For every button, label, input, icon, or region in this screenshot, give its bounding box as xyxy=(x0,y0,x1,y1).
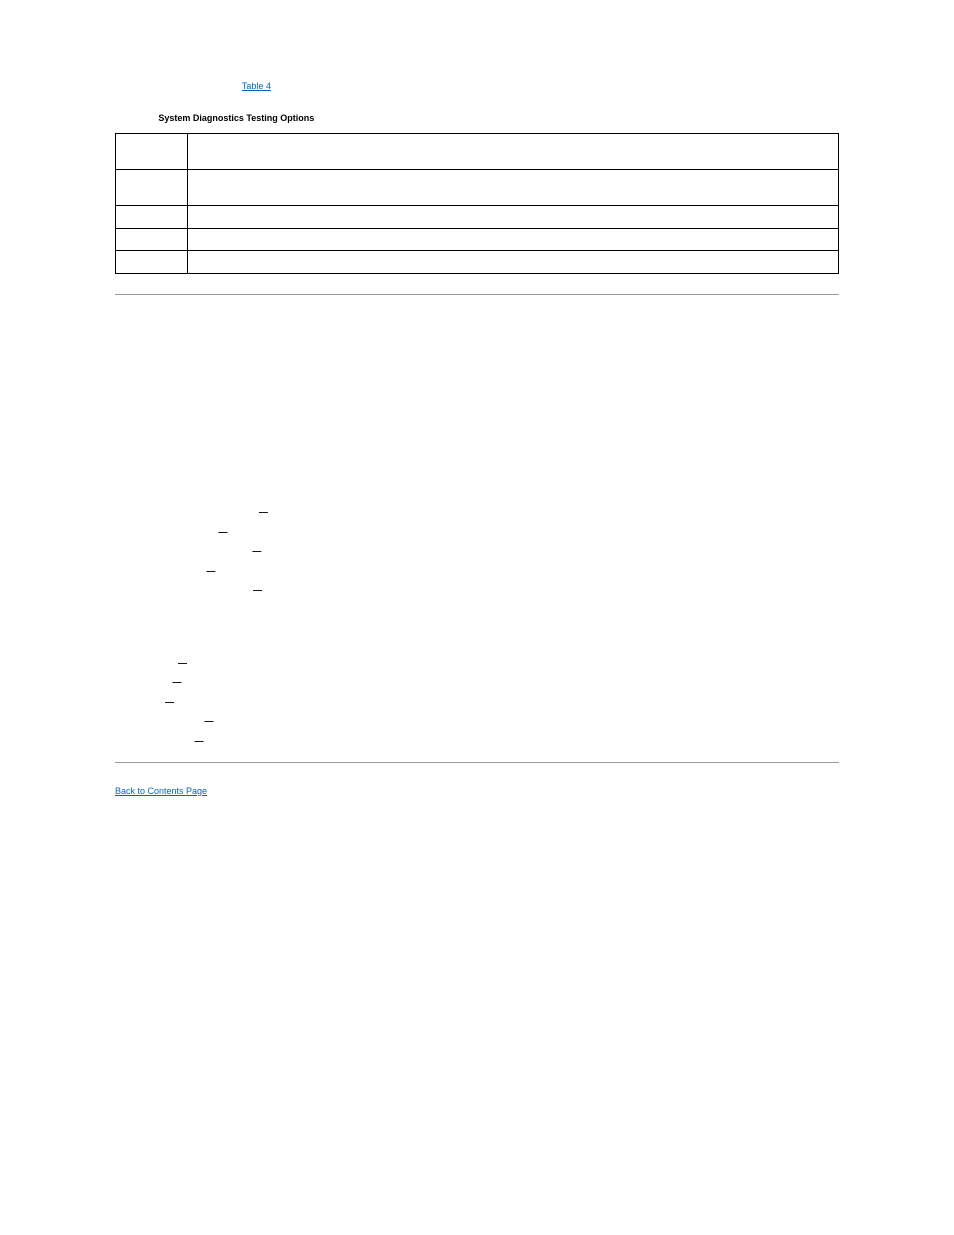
tab-desc: — Displays basic configuration informati… xyxy=(216,716,530,726)
diagnostics-options-paragraph: Use the Diagnostics Options area to sele… xyxy=(115,483,839,497)
dash-icon: — xyxy=(202,716,216,726)
dash-icon: — xyxy=(192,736,206,746)
divider xyxy=(115,762,839,763)
opt-desc: — Selects the number of times the test i… xyxy=(218,566,400,576)
opt-desc: — When checked, runs only the quick test… xyxy=(230,527,682,537)
tab-name: Errors xyxy=(143,677,170,687)
custom-test-paragraph: When you select Custom Test in the Main … xyxy=(115,344,839,371)
table-caption: Table 4-1. System Diagnostics Testing Op… xyxy=(115,112,839,126)
table-row: Information Displays test results. xyxy=(116,251,839,274)
intro-paragraph: The testing options are listed in Table … xyxy=(115,80,839,94)
table-number: Table 4-1. xyxy=(115,113,156,123)
table-ref-link[interactable]: Table 4 xyxy=(242,81,271,91)
dash-icon: — xyxy=(216,527,230,537)
cell-function: Tests a particular device. xyxy=(188,228,839,251)
tab-name: Configuration xyxy=(143,716,202,726)
dash-icon: — xyxy=(204,566,218,576)
intro-pre: The testing options are listed in xyxy=(115,81,242,91)
dash-icon: — xyxy=(251,585,265,595)
dash-icon: — xyxy=(163,697,177,707)
opt-name: Log output file pathname xyxy=(143,585,251,595)
section-title: Using the Custom Test Options xyxy=(115,317,839,331)
table-row: Custom Test Tests a particular device. xyxy=(116,228,839,251)
cell-option: Extended Test xyxy=(116,206,188,229)
opt-desc: — When checked, runs only tests that req… xyxy=(270,507,536,517)
cell-function: Performs a more thorough check of the sy… xyxy=(188,206,839,229)
viewing-info-paragraph: The tabs in the Customize window provide… xyxy=(115,633,839,647)
back-to-contents-link[interactable]: Back to Contents Page xyxy=(115,786,207,796)
list-item: Log output file pathname — — When checke… xyxy=(143,584,839,598)
list-item: Show Ending Timestamp — — When checked, … xyxy=(143,545,839,559)
list-item: Non-Interactive Tests Only — — When chec… xyxy=(143,506,839,520)
cell-function: Displays test results. xyxy=(188,251,839,274)
intro-post: -1. xyxy=(271,81,282,91)
tab-desc: — Displays information about the current… xyxy=(177,697,493,707)
tab-name: Help xyxy=(143,697,163,707)
list-item: Help — — Displays information about the … xyxy=(143,696,839,710)
tab-desc: — If applicable, displays parameters tha… xyxy=(206,736,465,746)
list-item: Configuration — — Displays basic configu… xyxy=(143,715,839,729)
cell-function: Performs a quick check of the system. Th… xyxy=(188,170,839,206)
diagnostics-options-list: Non-Interactive Tests Only — — When chec… xyxy=(115,506,839,598)
opt-desc: — When checked, time stamps the test log… xyxy=(264,546,438,556)
cell-option: Information xyxy=(116,251,188,274)
opt-name: Show Ending Timestamp xyxy=(143,546,250,556)
list-item: Quick Tests Only — — When checked, runs … xyxy=(143,526,839,540)
opt-desc: — When checked, enables you to specify w… xyxy=(265,585,556,595)
tab-desc: — Displays the test that ran and the res… xyxy=(190,658,360,668)
cell-option: Custom Test xyxy=(116,228,188,251)
list-item: Results — — Displays the test that ran a… xyxy=(143,657,839,671)
diagnostics-options-table: Testing Option Function Express Test Per… xyxy=(115,133,839,274)
dash-icon: — xyxy=(256,507,270,517)
divider xyxy=(115,294,839,295)
diagnostics-options-heading: Selecting Diagnostics Options xyxy=(115,461,839,475)
table-row: Express Test Performs a quick check of t… xyxy=(116,170,839,206)
list-item: Errors — — Displays any errors that occu… xyxy=(143,676,839,690)
opt-name: Test Iterations xyxy=(143,566,204,576)
viewing-info-heading: Viewing Information and Results xyxy=(115,612,839,626)
list-item: Test Iterations — — Selects the number o… xyxy=(143,565,839,579)
viewing-info-list: Results — — Displays the test that ran a… xyxy=(115,657,839,749)
cell-option: Express Test xyxy=(116,170,188,206)
tab-name: Parameters xyxy=(143,736,192,746)
list-item: Parameters — — If applicable, displays p… xyxy=(143,735,839,749)
dash-icon: — xyxy=(170,677,184,687)
tab-name: Results xyxy=(143,658,176,668)
table-header-row: Testing Option Function xyxy=(116,134,839,170)
th-option: Testing Option xyxy=(116,134,188,170)
back-link-container: Back to Contents Page xyxy=(115,785,839,799)
opt-name: Quick Tests Only xyxy=(143,527,216,537)
dash-icon: — xyxy=(176,658,190,668)
table-title: System Diagnostics Testing Options xyxy=(156,113,314,123)
th-function: Function xyxy=(188,134,839,170)
selecting-devices-heading: Selecting Devices for Testing xyxy=(115,385,839,399)
opt-name: Non-Interactive Tests Only xyxy=(143,507,256,517)
dash-icon: — xyxy=(250,546,264,556)
selecting-devices-paragraph: The left side of the Customize window li… xyxy=(115,407,839,448)
table-row: Extended Test Performs a more thorough c… xyxy=(116,206,839,229)
tab-desc: — Displays any errors that occurred duri… xyxy=(184,677,390,687)
